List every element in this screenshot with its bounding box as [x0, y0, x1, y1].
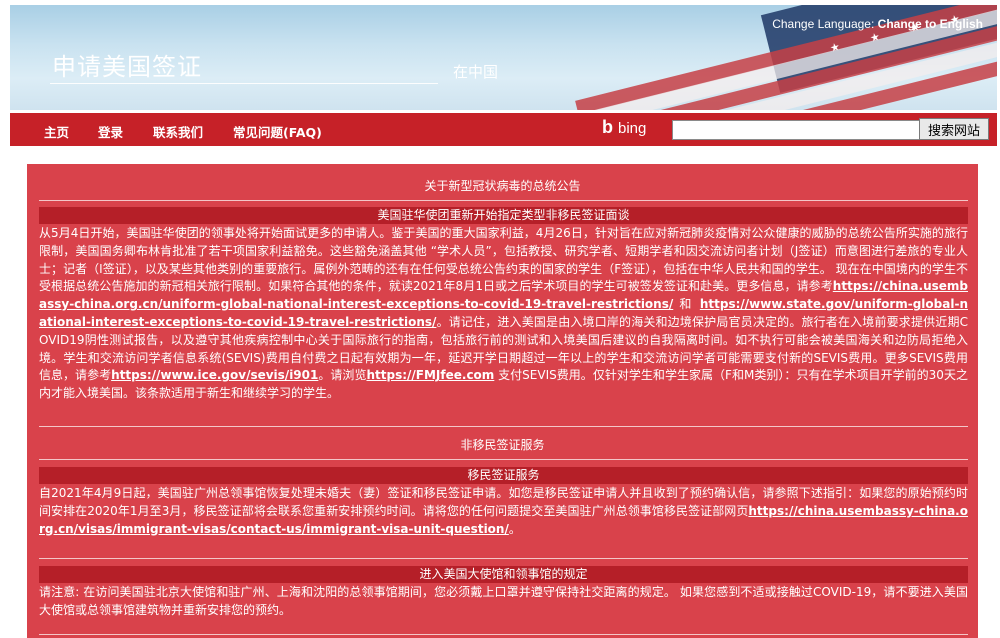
- bing-logo: b bing: [602, 117, 662, 141]
- site-subtitle: 在中国: [453, 63, 499, 81]
- immigrant-text: 。: [508, 521, 521, 536]
- section-title-nonimmigrant: 非移民签证服务: [460, 438, 545, 452]
- search-button[interactable]: 搜索网站: [919, 118, 989, 140]
- notice-text: 从5月4日开始，美国驻华使团的领事处将开始面试更多的申请人。鉴于美国的重大国家利…: [39, 226, 968, 294]
- link-sevis[interactable]: https://www.ice.gov/sevis/i901: [111, 368, 318, 382]
- nav-item-home[interactable]: 主页: [44, 122, 69, 141]
- header-banner: ★ ★ ★ ★ 申请美国签证 在中国 Change Language: Chan…: [10, 5, 997, 110]
- bing-icon: b: [602, 117, 613, 137]
- divider: [39, 459, 968, 460]
- divider: [39, 426, 968, 427]
- nav-item-contact[interactable]: 联系我们: [153, 122, 203, 141]
- title-divider: [50, 83, 438, 84]
- nav-item-login[interactable]: 登录: [98, 122, 123, 141]
- change-language-link[interactable]: Change to English: [878, 17, 983, 31]
- divider: [39, 558, 968, 559]
- change-language-label: Change Language:: [772, 17, 875, 31]
- divider: [39, 634, 968, 635]
- subheading-interview-resume: 美国驻华使团重新开始指定类型非移民签证面谈: [39, 207, 968, 224]
- language-switcher: Change Language: Change to English: [772, 17, 983, 31]
- link-fmjfee[interactable]: https://FMJfee.com: [366, 368, 494, 382]
- section-title-covid: 关于新型冠状病毒的总统公告: [424, 179, 581, 193]
- nav-item-faq[interactable]: 常见问题(FAQ): [233, 122, 322, 141]
- notice-text: 和: [673, 297, 700, 312]
- subheading-entry-rules: 进入美国大使馆和领事馆的规定: [39, 566, 968, 583]
- nav-bar: 主页 登录 联系我们 常见问题(FAQ) b bing 搜索网站: [10, 113, 997, 146]
- divider: [39, 200, 968, 201]
- notice-text: 。请浏览: [318, 368, 367, 383]
- announcement-panel: 关于新型冠状病毒的总统公告 美国驻华使团重新开始指定类型非移民签证面谈 从5月4…: [27, 164, 978, 638]
- page: ★ ★ ★ ★ 申请美国签证 在中国 Change Language: Chan…: [3, 0, 997, 638]
- immigrant-visa-paragraph: 自2021年4月9日起，美国驻广州总领事馆恢复处理未婚夫（妻）签证和移民签证申请…: [39, 485, 968, 538]
- search-input[interactable]: [672, 120, 921, 140]
- bing-text: bing: [618, 120, 647, 137]
- subheading-immigrant-visa: 移民签证服务: [39, 467, 968, 484]
- covid-notice-paragraph: 从5月4日开始，美国驻华使团的领事处将开始面试更多的申请人。鉴于美国的重大国家利…: [39, 225, 968, 403]
- site-title: 申请美国签证: [52, 53, 202, 81]
- entry-rules-paragraph: 请注意: 在访问美国驻北京大使馆和驻广州、上海和沈阳的总领事馆期间，您必须戴上口…: [39, 584, 968, 620]
- entry-rules-text: 请注意: 在访问美国驻北京大使馆和驻广州、上海和沈阳的总领事馆期间，您必须戴上口…: [39, 585, 968, 617]
